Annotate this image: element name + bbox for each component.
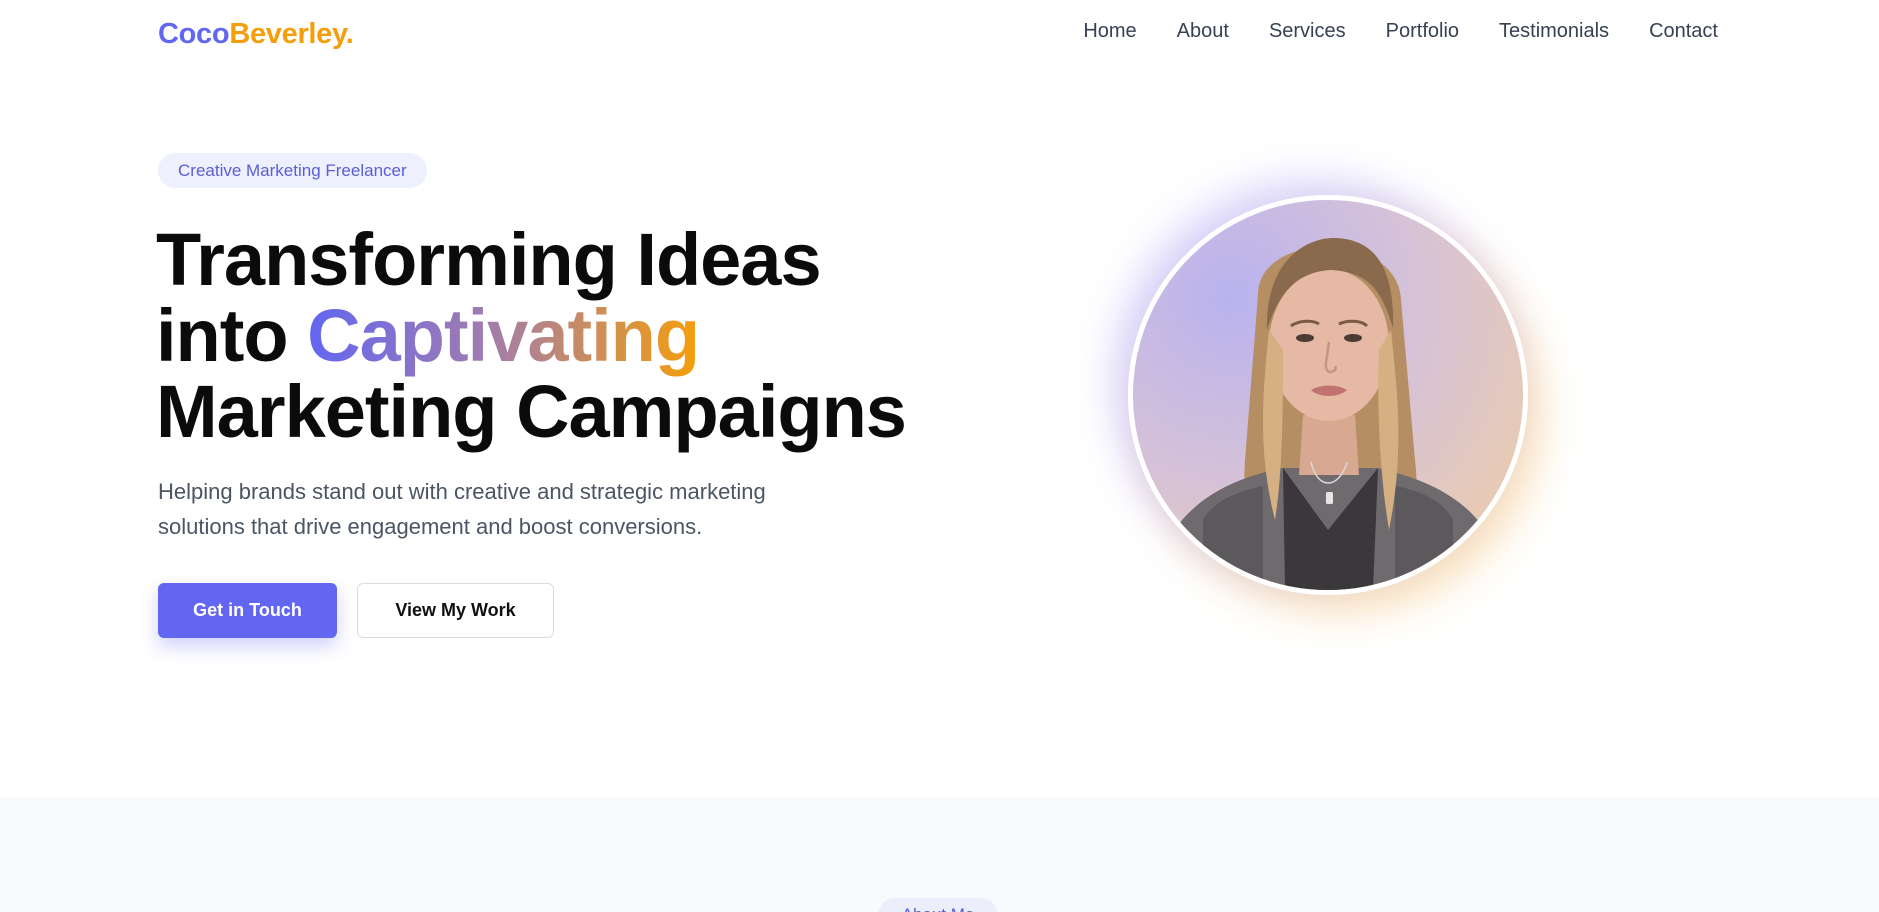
nav-link-services[interactable]: Services <box>1269 20 1346 43</box>
nav-link-about[interactable]: About <box>1177 20 1229 43</box>
nav-link-portfolio[interactable]: Portfolio <box>1386 20 1459 43</box>
nav-link-contact[interactable]: Contact <box>1649 20 1718 43</box>
logo-part-second: Beverley. <box>229 18 354 50</box>
headline-line-1: Transforming Ideas <box>156 218 822 301</box>
about-badge: About Me <box>878 898 998 912</box>
nav-link-testimonials[interactable]: Testimonials <box>1499 20 1609 43</box>
brand-logo[interactable]: CocoBeverley. <box>158 18 354 51</box>
headline-highlight: Captivating <box>307 294 700 377</box>
headline-line-2-prefix: into <box>156 294 308 377</box>
top-navigation: CocoBeverley. Home About Services Portfo… <box>0 0 1879 70</box>
nav-link-home[interactable]: Home <box>1083 20 1136 43</box>
about-section <box>0 797 1879 912</box>
portrait-illustration <box>1153 238 1505 590</box>
hero-headline: Transforming Ideas into Captivating Mark… <box>156 222 907 453</box>
hero-badge: Creative Marketing Freelancer <box>158 153 427 188</box>
get-in-touch-button[interactable]: Get in Touch <box>158 583 337 638</box>
profile-portrait <box>1128 195 1528 595</box>
logo-part-first: Coco <box>158 18 230 50</box>
nav-links: Home About Services Portfolio Testimonia… <box>1083 20 1718 43</box>
view-my-work-button[interactable]: View My Work <box>357 583 554 638</box>
headline-line-3: Marketing Campaigns <box>156 370 907 453</box>
hero-subtitle: Helping brands stand out with creative a… <box>158 479 766 539</box>
